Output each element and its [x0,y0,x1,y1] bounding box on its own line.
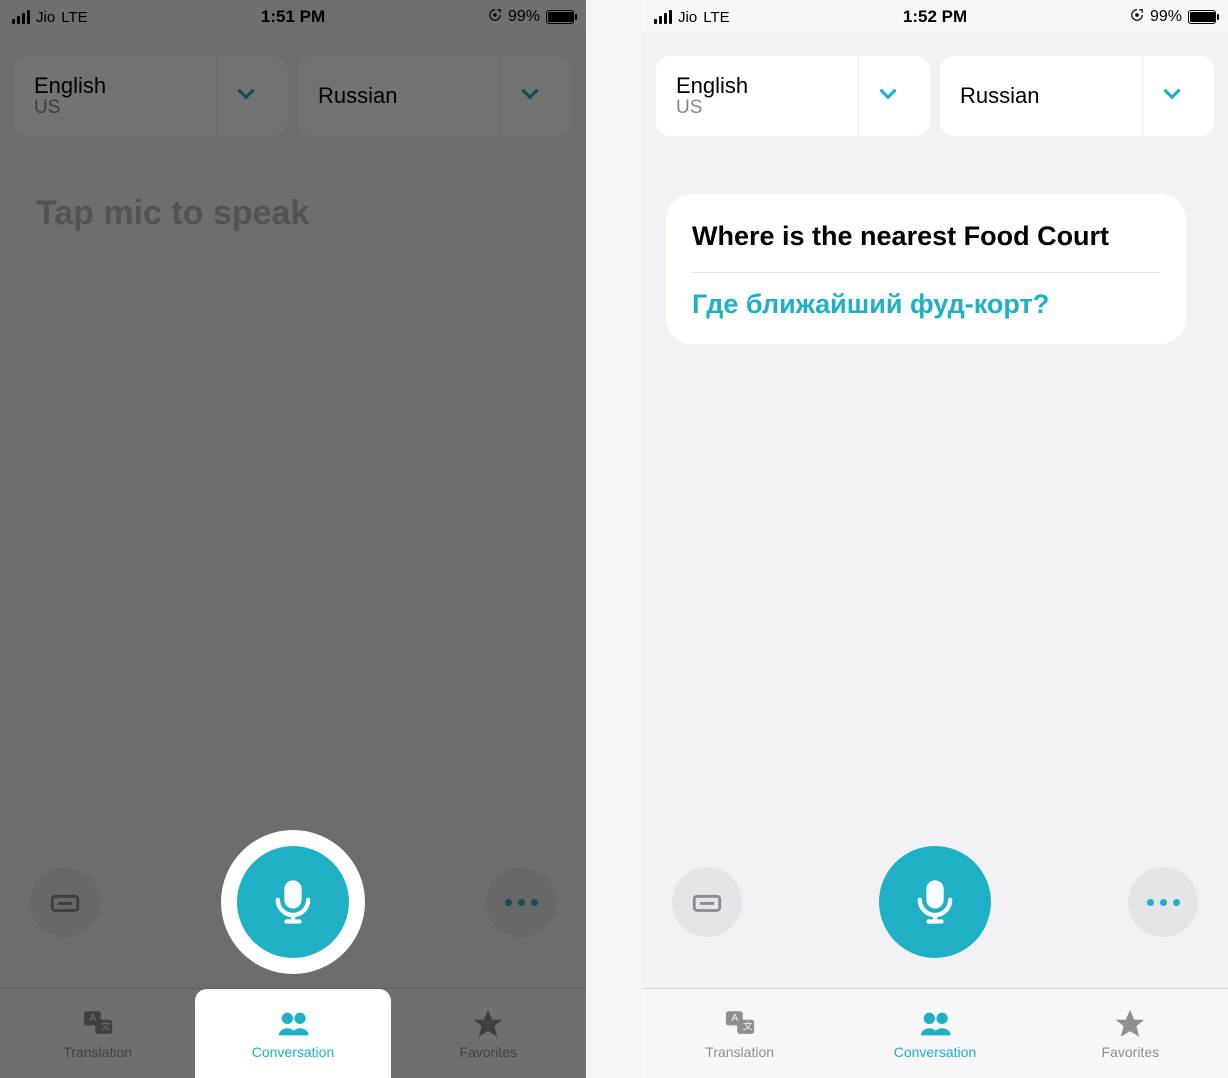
mic-button[interactable] [879,846,991,958]
controls-row [642,846,1228,988]
svg-text:文: 文 [100,1020,110,1033]
network-label: LTE [61,9,87,26]
signal-icon [12,10,30,24]
language-selector-row: English US Russian [0,32,586,154]
ellipsis-icon [505,899,538,906]
tab-conversation-label: Conversation [894,1044,977,1060]
tap-mic-hint: Tap mic to speak [0,154,586,273]
tab-favorites[interactable]: Favorites [391,989,586,1078]
keyboard-button[interactable] [30,867,100,937]
battery-icon [546,10,574,24]
chevron-down-icon [233,81,259,112]
tab-translation-label: Translation [705,1044,774,1060]
signal-icon [654,10,672,24]
svg-text:A: A [89,1013,96,1024]
tab-translation[interactable]: A文 Translation [0,989,195,1078]
tab-favorites-label: Favorites [1102,1044,1160,1060]
battery-pct-label: 99% [508,8,540,26]
svg-text:文: 文 [742,1020,752,1033]
more-button[interactable] [486,867,556,937]
keyboard-button[interactable] [672,867,742,937]
source-language-name: English [34,73,106,99]
tab-translation[interactable]: A文 Translation [642,989,837,1078]
source-language-sub: US [34,97,106,119]
translation-bubble[interactable]: Where is the nearest Food Court Где ближ… [666,194,1186,344]
status-bar: Jio LTE 1:52 PM 99% [642,0,1228,32]
translated-text: Где ближайший фуд-корт? [692,287,1160,322]
source-language-name: English [676,73,748,99]
svg-text:A: A [731,1013,738,1024]
source-language-selector[interactable]: English US [656,56,930,136]
source-language-selector[interactable]: English US [14,56,288,136]
tab-conversation[interactable]: Conversation [195,989,390,1078]
chevron-down-icon [517,81,543,112]
target-language-selector[interactable]: Russian [940,56,1214,136]
target-language-name: Russian [960,83,1039,109]
target-language-selector[interactable]: Russian [298,56,572,136]
source-text: Where is the nearest Food Court [692,220,1160,254]
battery-pct-label: 99% [1150,8,1182,26]
tab-bar: A文 Translation Conversation Favorites [642,988,1228,1078]
star-icon [468,1007,508,1041]
carrier-label: Jio [36,9,55,26]
tab-favorites[interactable]: Favorites [1033,989,1228,1078]
tab-conversation-label: Conversation [252,1044,335,1060]
mic-button[interactable] [237,846,349,958]
source-language-sub: US [676,97,748,119]
chevron-down-icon [1159,81,1185,112]
conversation-content: Where is the nearest Food Court Где ближ… [642,154,1228,846]
tab-favorites-label: Favorites [460,1044,518,1060]
status-bar: Jio LTE 1:51 PM 99% [0,0,586,32]
chevron-down-icon [875,81,901,112]
controls-row [0,846,586,988]
bubble-divider [692,272,1160,273]
language-selector-row: English US Russian [642,32,1228,154]
target-language-name: Russian [318,83,397,109]
rotation-lock-icon [488,8,502,27]
rotation-lock-icon [1130,8,1144,27]
tab-translation-label: Translation [63,1044,132,1060]
carrier-label: Jio [678,9,697,26]
star-icon [1110,1007,1150,1041]
tab-bar: A文 Translation Conversation Favorites [0,988,586,1078]
conversation-icon [915,1007,955,1041]
time-label: 1:51 PM [261,7,325,27]
more-button[interactable] [1128,867,1198,937]
translation-icon: A文 [720,1007,760,1041]
phone-screen-left: Jio LTE 1:51 PM 99% English US Russian T… [0,0,586,1078]
conversation-icon [273,1007,313,1041]
battery-icon [1188,10,1216,24]
phone-screen-right: Jio LTE 1:52 PM 99% English US Russian W… [642,0,1228,1078]
time-label: 1:52 PM [903,7,967,27]
ellipsis-icon [1147,899,1180,906]
network-label: LTE [703,9,729,26]
tab-conversation[interactable]: Conversation [837,989,1032,1078]
translation-icon: A文 [78,1007,118,1041]
